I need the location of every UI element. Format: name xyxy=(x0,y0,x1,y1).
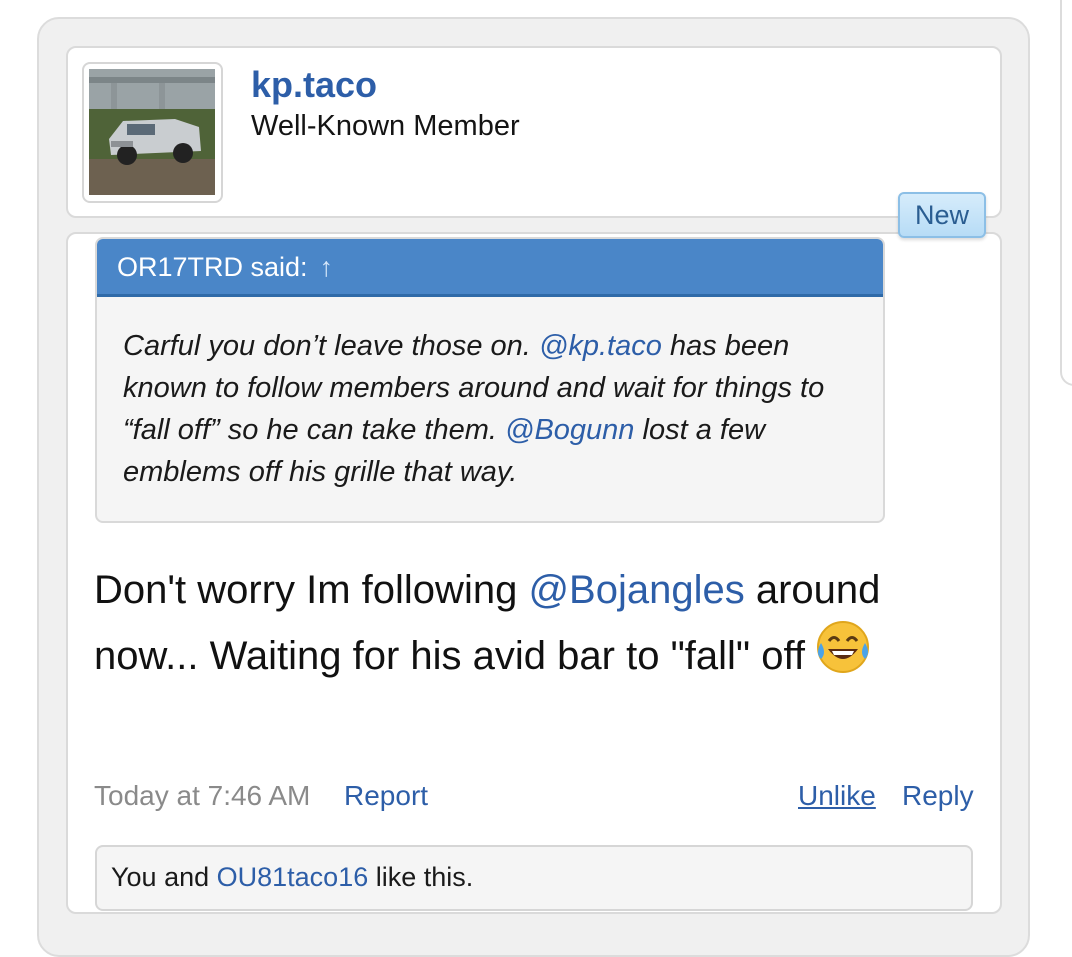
side-panel-edge xyxy=(1060,0,1072,386)
jump-to-quote-arrow-icon[interactable]: ↑ xyxy=(320,252,334,282)
quote-text: Carful you don’t leave those on. @kp.tac… xyxy=(123,325,863,493)
avatar-truck-photo xyxy=(89,69,215,195)
likes-text-part: like this. xyxy=(368,862,474,892)
quote-block: OR17TRD said: ↑ Carful you don’t leave th… xyxy=(95,237,885,523)
likes-text-part: You and xyxy=(111,862,217,892)
author-username-link[interactable]: kp.taco xyxy=(251,64,377,106)
liker-user-link[interactable]: OU81taco16 xyxy=(217,862,369,892)
quote-text-part: Carful you don’t leave those on. xyxy=(123,330,539,362)
mention-link-bojangles[interactable]: @Bojangles xyxy=(528,568,744,612)
message-text-part: Don't worry Im following xyxy=(94,568,529,612)
likes-summary: You and OU81taco16 like this. xyxy=(95,845,973,911)
message-body: Don't worry Im following @Bojangles arou… xyxy=(94,562,954,691)
quote-author-label[interactable]: OR17TRD said: xyxy=(117,252,308,282)
quote-header[interactable]: OR17TRD said: ↑ xyxy=(97,239,883,297)
mention-link-kp-taco[interactable]: @kp.taco xyxy=(539,330,662,362)
new-badge: New xyxy=(898,192,986,238)
reply-link[interactable]: Reply xyxy=(902,780,974,812)
author-title: Well-Known Member xyxy=(251,110,520,142)
report-link[interactable]: Report xyxy=(344,780,428,812)
post-timestamp[interactable]: Today at 7:46 AM xyxy=(94,780,310,812)
mention-link-bogunn[interactable]: @Bogunn xyxy=(505,414,634,446)
face-with-tears-of-joy-icon xyxy=(815,619,871,691)
unlike-link[interactable]: Unlike xyxy=(798,780,876,812)
post-meta-row: Today at 7:46 AM Report Unlike Reply xyxy=(94,780,974,816)
avatar[interactable] xyxy=(89,69,215,195)
